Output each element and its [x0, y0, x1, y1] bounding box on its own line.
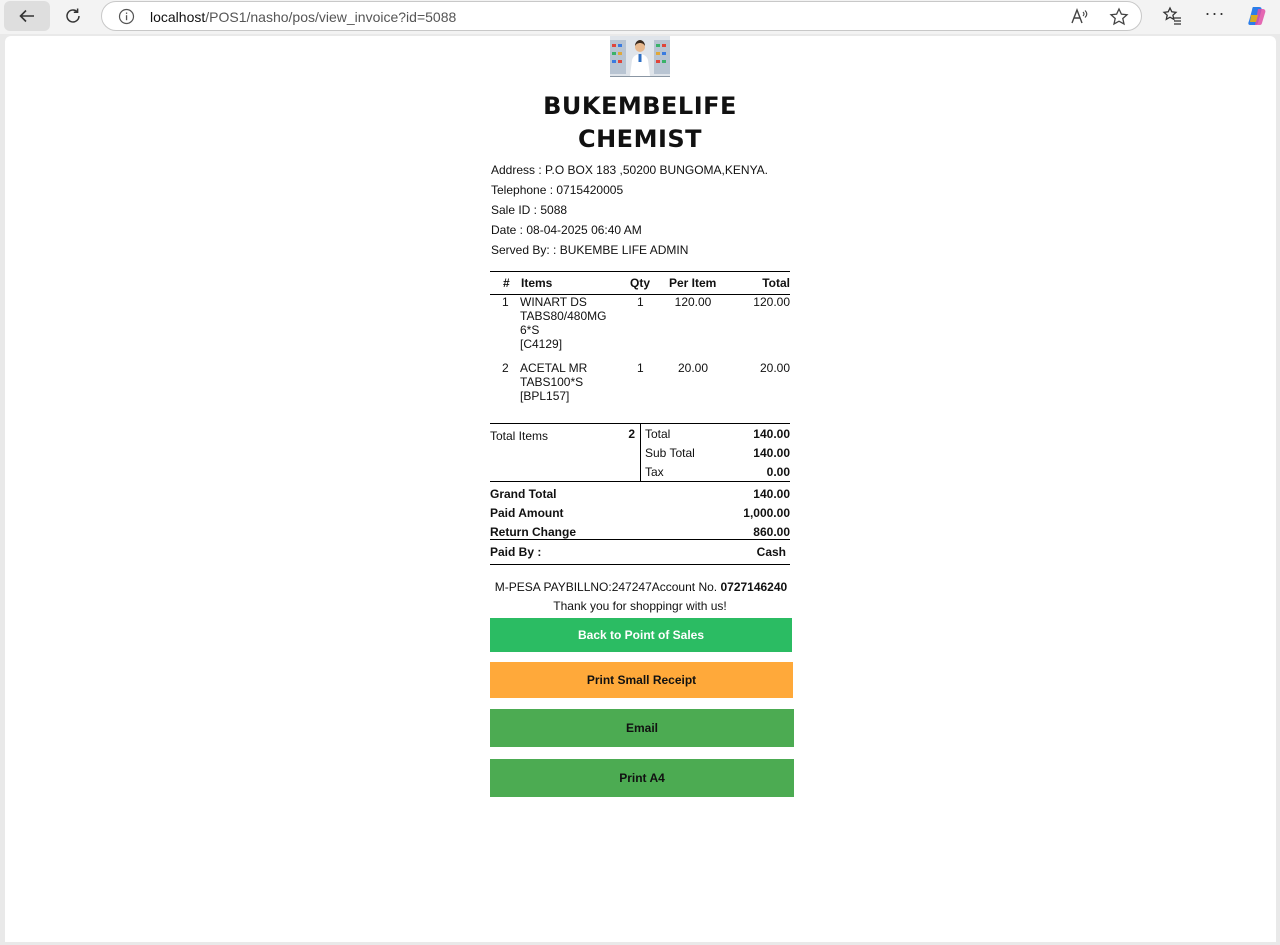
tax-label: Tax [645, 465, 664, 479]
served-by: Served By: : BUKEMBE LIFE ADMIN [491, 243, 689, 257]
grand-total-value: 140.00 [753, 487, 790, 501]
back-to-pos-button[interactable]: Back to Point of Sales [490, 618, 792, 652]
item-line: WINART DS [520, 295, 587, 309]
tax-value: 0.00 [766, 465, 790, 479]
thank-you-message: Thank you for shoppingr with us! [553, 599, 727, 613]
back-button[interactable] [4, 1, 50, 31]
favorites-button[interactable] [1161, 5, 1183, 27]
subtotal-label: Sub Total [645, 446, 695, 460]
paid-by-label: Paid By : [490, 545, 542, 559]
info-icon[interactable] [118, 8, 135, 25]
row-item: WINART DS TABS80/480MG 6*S [C4129] [520, 295, 606, 351]
reload-button[interactable] [50, 1, 96, 31]
table-top-rule [490, 271, 790, 272]
row-total: 20.00 [759, 361, 790, 375]
header-qty: Qty [630, 276, 651, 290]
return-change-label: Return Change [490, 525, 577, 539]
row-num: 1 [502, 295, 509, 309]
header-per-item: Per Item [669, 276, 717, 290]
mpesa-account: 0727146240 [720, 580, 788, 594]
total-value: 140.00 [753, 427, 790, 441]
more-icon[interactable]: ··· [1204, 2, 1226, 24]
row-per-item: 20.00 [677, 361, 709, 375]
paid-by-top-rule [490, 539, 790, 540]
row-qty: 1 [637, 295, 644, 309]
store-telephone: Telephone : 0715420005 [491, 183, 624, 197]
item-line: 6*S [520, 323, 540, 337]
store-logo [610, 36, 670, 77]
browser-toolbar: localhost/POS1/nasho/pos/view_invoice?id… [0, 0, 1280, 34]
read-aloud-icon[interactable] [1069, 7, 1089, 27]
header-items: Items [521, 276, 553, 290]
item-line: [BPL157] [520, 389, 570, 403]
paid-by-value: Cash [756, 545, 786, 559]
page-viewport: BUKEMBELIFE CHEMIST Address : P.O BOX 18… [5, 36, 1276, 942]
total-items-label: Total Items [490, 429, 549, 443]
row-total: 120.00 [753, 295, 790, 309]
row-num: 2 [502, 361, 509, 375]
store-address: Address : P.O BOX 183 ,50200 BUNGOMA,KEN… [491, 163, 769, 177]
store-name-line1: BUKEMBELIFE [543, 92, 737, 120]
row-qty: 1 [637, 361, 644, 375]
store-name-line2: CHEMIST [577, 125, 703, 153]
copilot-icon [1248, 7, 1266, 25]
back-arrow-icon [19, 9, 34, 23]
sale-id: Sale ID : 5088 [491, 203, 568, 217]
return-change-value: 860.00 [753, 525, 790, 539]
copilot-button[interactable] [1246, 5, 1268, 27]
address-bar[interactable]: localhost/POS1/nasho/pos/view_invoice?id… [101, 1, 1142, 31]
row-item: ACETAL MR TABS100*S [BPL157] [520, 361, 587, 403]
item-line: [C4129] [520, 337, 563, 351]
print-a4-button[interactable]: Print A4 [490, 759, 794, 797]
header-total: Total [762, 276, 790, 290]
total-items-value: 2 [628, 427, 635, 441]
summary-mid-rule [490, 481, 790, 482]
url-text[interactable]: localhost/POS1/nasho/pos/view_invoice?id… [150, 9, 456, 25]
subtotal-value: 140.00 [753, 446, 790, 460]
url-host: localhost [150, 9, 206, 25]
print-small-receipt-button[interactable]: Print Small Receipt [490, 662, 793, 698]
item-line: TABS80/480MG [520, 309, 607, 323]
favorites-icon [1162, 6, 1181, 25]
url-path: /POS1/nasho/pos/view_invoice?id=5088 [205, 9, 457, 25]
header-num: # [503, 276, 510, 290]
store-name: BUKEMBELIFE CHEMIST [490, 90, 790, 156]
paid-by-bottom-rule [490, 564, 790, 565]
grand-total-label: Grand Total [490, 487, 557, 501]
summary-divider [640, 424, 641, 482]
reload-icon [66, 8, 80, 23]
email-button[interactable]: Email [490, 709, 794, 747]
total-label: Total [645, 427, 671, 441]
item-line: ACETAL MR [520, 361, 588, 375]
paid-amount-value: 1,000.00 [743, 506, 790, 520]
paid-amount-label: Paid Amount [490, 506, 564, 520]
sale-date: Date : 08-04-2025 06:40 AM [491, 223, 642, 237]
mpesa-text: M-PESA PAYBILLNO:247247Account No. [494, 580, 721, 594]
item-line: TABS100*S [520, 375, 584, 389]
mpesa-info: M-PESA PAYBILLNO:247247Account No. 07271… [490, 580, 792, 594]
row-per-item: 120.00 [674, 295, 712, 309]
star-icon[interactable] [1109, 7, 1129, 27]
